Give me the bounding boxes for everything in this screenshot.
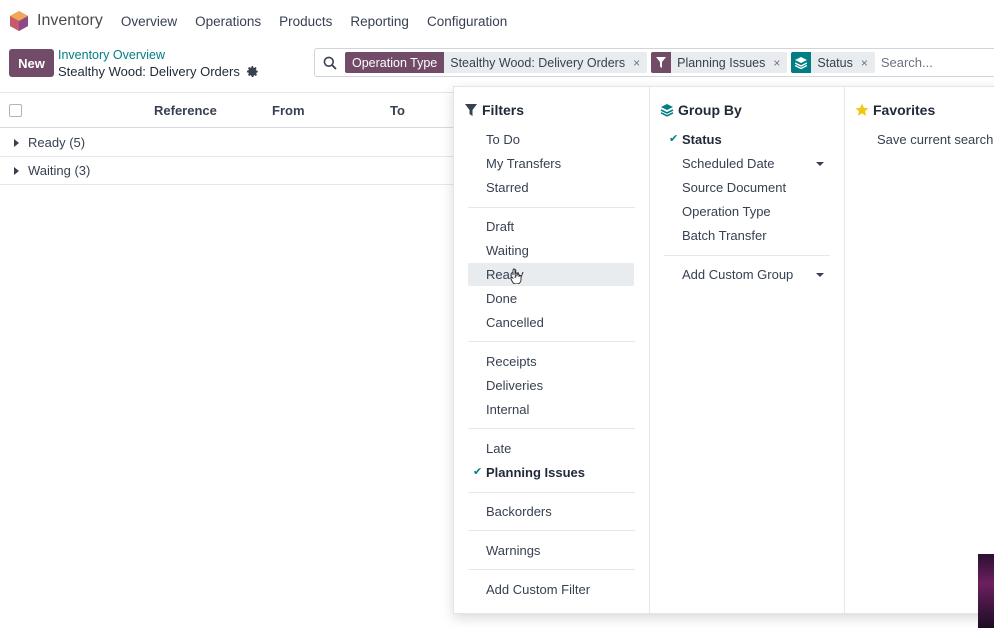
divider [468,569,635,570]
filters-title: Filters [465,102,524,118]
group-by-column: Group By ✔ Status Scheduled Date Source … [650,87,845,613]
nav-operations[interactable]: Operations [195,14,261,29]
column-to[interactable]: To [390,103,405,118]
divider [664,255,830,256]
add-custom-filter[interactable]: Add Custom Filter [486,582,590,597]
filter-cancelled[interactable]: Cancelled [486,315,544,330]
caret-right-icon [14,138,19,147]
divider [468,341,635,342]
divider [468,207,635,208]
mouse-cursor-icon [510,268,522,284]
caret-down-icon[interactable] [816,273,824,277]
filter-receipts[interactable]: Receipts [486,354,537,369]
filter-planning-issues[interactable]: ✔ Planning Issues [473,465,585,480]
filter-my-transfers[interactable]: My Transfers [486,156,561,171]
new-button[interactable]: New [9,49,54,77]
groupby-status[interactable]: ✔ Status [669,132,722,147]
caret-down-icon[interactable] [816,162,824,166]
facet-planning-issues: Planning Issues × [651,52,788,73]
groupby-source-document[interactable]: Source Document [682,180,786,195]
groupby-operation-type[interactable]: Operation Type [682,204,771,219]
divider [468,428,635,429]
group-row-waiting[interactable]: Waiting (3) [0,157,460,185]
column-from[interactable]: From [272,103,305,118]
groupby-scheduled-date[interactable]: Scheduled Date [682,156,775,171]
facet-remove-button[interactable]: × [858,52,875,73]
gear-icon[interactable] [246,65,259,78]
group-by-title: Group By [660,102,742,118]
nav-products[interactable]: Products [279,14,332,29]
nav-overview[interactable]: Overview [121,14,177,29]
filter-icon [465,104,477,116]
breadcrumb-inventory-overview[interactable]: Inventory Overview [58,48,165,62]
page-title: Stealthy Wood: Delivery Orders [58,64,240,79]
layers-icon [791,52,812,73]
filter-late[interactable]: Late [486,441,511,456]
divider [468,492,635,493]
filters-column: Filters To Do My Transfers Starred Draft… [454,87,650,613]
top-navbar: Inventory Overview Operations Products R… [0,0,994,42]
filter-icon [651,52,672,73]
inventory-logo-icon[interactable] [10,11,28,31]
filter-starred[interactable]: Starred [486,180,529,195]
list-header: Reference From To [0,92,460,128]
layers-icon [660,104,674,117]
groupby-batch-transfer[interactable]: Batch Transfer [682,228,767,243]
search-panel-dropdown: Filters To Do My Transfers Starred Draft… [453,86,994,614]
facet-value: Planning Issues [671,52,772,73]
filter-backorders[interactable]: Backorders [486,504,552,519]
filter-internal[interactable]: Internal [486,402,529,417]
search-bar[interactable]: Operation Type Stealthy Wood: Delivery O… [314,48,994,77]
facet-remove-button[interactable]: × [631,52,648,73]
search-input[interactable] [880,55,994,70]
column-reference[interactable]: Reference [154,103,217,118]
filter-deliveries[interactable]: Deliveries [486,378,543,393]
add-custom-group[interactable]: Add Custom Group [682,267,793,282]
corner-image-fragment [978,554,994,628]
facet-label: Operation Type [345,52,445,73]
search-icon[interactable] [315,49,345,76]
favorites-column: Favorites Save current search [845,87,994,613]
facet-value: Stealthy Wood: Delivery Orders [444,52,632,73]
app-name[interactable]: Inventory [37,12,103,30]
save-current-search[interactable]: Save current search [877,132,993,147]
facet-value: Status [811,52,859,73]
star-icon [855,103,869,116]
breadcrumb-current: Stealthy Wood: Delivery Orders [58,64,259,79]
checkmark-icon: ✔ [473,466,483,478]
filter-warnings[interactable]: Warnings [486,543,540,558]
nav-reporting[interactable]: Reporting [350,14,409,29]
facet-remove-button[interactable]: × [771,52,788,73]
checkmark-icon: ✔ [669,133,679,145]
filter-draft[interactable]: Draft [486,219,514,234]
group-label: Ready (5) [28,135,86,150]
filter-done[interactable]: Done [486,291,517,306]
nav-configuration[interactable]: Configuration [427,14,507,29]
caret-right-icon [14,166,19,175]
filter-waiting[interactable]: Waiting [486,243,529,258]
group-row-ready[interactable]: Ready (5) [0,129,460,157]
facet-operation-type: Operation Type Stealthy Wood: Delivery O… [345,52,648,73]
favorites-title: Favorites [855,102,935,118]
select-all-checkbox[interactable] [9,103,22,117]
group-label: Waiting (3) [28,163,91,178]
filter-to-do[interactable]: To Do [486,132,520,147]
divider [468,530,635,531]
facet-status: Status × [791,52,875,73]
